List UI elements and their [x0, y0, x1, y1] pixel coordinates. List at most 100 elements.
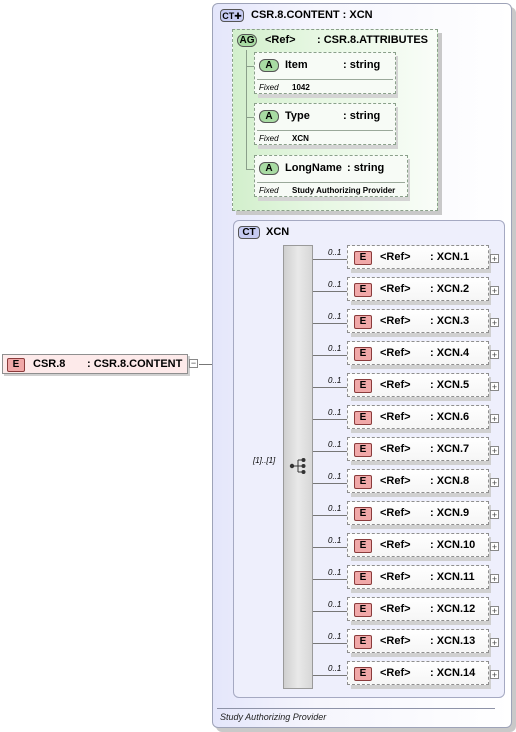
- element-ref: <Ref>: [380, 411, 411, 423]
- element-cardinality: 0..1: [328, 408, 342, 417]
- fixed-value: 1042: [292, 83, 310, 92]
- root-element-type: : CSR.8.CONTENT: [87, 358, 183, 370]
- element-box[interactable]: E <Ref>: XCN.1: [347, 245, 489, 269]
- element-type: : XCN.11: [430, 571, 475, 583]
- element-cardinality: 0..1: [328, 440, 342, 449]
- sequence-cardinality: [1]..[1]: [253, 456, 276, 465]
- expand-toggle[interactable]: +: [490, 318, 499, 328]
- expand-toggle[interactable]: +: [490, 254, 499, 264]
- element-box[interactable]: E <Ref>: XCN.9: [347, 501, 489, 525]
- element-badge: E: [354, 347, 372, 361]
- element-badge: E: [354, 315, 372, 329]
- element-ref: <Ref>: [380, 667, 411, 679]
- attribute-group-ref: <Ref>: [265, 34, 296, 46]
- element-ref: <Ref>: [380, 571, 411, 583]
- element-cardinality: 0..1: [328, 376, 342, 385]
- element-cardinality: 0..1: [328, 600, 342, 609]
- fixed-value: Study Authorizing Provider: [292, 186, 396, 195]
- element-connector: [313, 483, 347, 484]
- attribute-group-badge: AG: [237, 34, 257, 47]
- documentation-text: Study Authorizing Provider: [220, 712, 327, 722]
- expand-toggle[interactable]: +: [490, 446, 499, 456]
- element-ref: <Ref>: [380, 315, 411, 327]
- attribute-type: : string: [347, 162, 385, 174]
- element-box[interactable]: E <Ref> : XCN.12: [347, 597, 489, 621]
- expand-toggle[interactable]: +: [490, 638, 499, 648]
- attribute-type-field[interactable]: A Type : string Fixed XCN: [254, 103, 396, 145]
- element-box[interactable]: E <Ref>: XCN.13: [347, 629, 489, 653]
- expand-toggle[interactable]: +: [490, 542, 499, 552]
- element-box[interactable]: E <Ref>: XCN.6: [347, 405, 489, 429]
- fixed-value: XCN: [292, 134, 309, 143]
- attribute-name: Item: [285, 59, 308, 71]
- documentation-divider: [217, 708, 495, 709]
- element-cardinality: 0..1: [328, 280, 342, 289]
- element-box[interactable]: E <Ref> : XCN.3: [347, 309, 489, 333]
- attribute-separator: [257, 130, 393, 131]
- element-type: : XCN.12: [430, 603, 476, 615]
- element-connector: [313, 387, 347, 388]
- element-ref: <Ref>: [380, 443, 411, 455]
- element-ref: <Ref>: [380, 475, 411, 487]
- element-box[interactable]: E <Ref>: XCN.11: [347, 565, 489, 589]
- expand-toggle[interactable]: +: [490, 510, 499, 520]
- element-box[interactable]: E <Ref>: XCN.4: [347, 341, 489, 365]
- attribute-badge: A: [259, 59, 279, 72]
- attribute-badge: A: [259, 162, 279, 175]
- element-cardinality: 0..1: [328, 472, 342, 481]
- expand-toggle[interactable]: +: [490, 606, 499, 616]
- attribute-name: Type: [285, 110, 310, 122]
- element-badge: E: [354, 251, 372, 265]
- element-cardinality: 0..1: [328, 312, 342, 321]
- element-box[interactable]: E <Ref>: XCN.10: [347, 533, 489, 557]
- fixed-label: Fixed: [259, 134, 279, 143]
- expand-toggle[interactable]: +: [490, 414, 499, 424]
- element-connector: [313, 611, 347, 612]
- element-connector: [313, 259, 347, 260]
- element-box[interactable]: E <Ref>: XCN.8: [347, 469, 489, 493]
- schema-diagram: E CSR.8 : CSR.8.CONTENT − CT✚ CSR.8.CONT…: [0, 0, 516, 732]
- element-type: : XCN.7: [430, 443, 470, 455]
- element-type: : XCN.1: [430, 251, 470, 263]
- element-type: : XCN.13: [430, 635, 476, 647]
- expand-toggle[interactable]: +: [490, 478, 499, 488]
- expand-toggle[interactable]: +: [490, 670, 499, 680]
- element-cardinality: 0..1: [328, 568, 342, 577]
- attribute-name: LongName: [285, 162, 342, 174]
- element-badge: E: [354, 603, 372, 617]
- element-box[interactable]: E <Ref>: XCN.14: [347, 661, 489, 685]
- expand-toggle[interactable]: +: [490, 382, 499, 392]
- expand-toggle[interactable]: +: [490, 574, 499, 584]
- element-connector: [313, 355, 347, 356]
- element-type: : XCN.9: [430, 507, 470, 519]
- element-ref: <Ref>: [380, 283, 411, 295]
- element-ref: <Ref>: [380, 379, 411, 391]
- root-collapse-toggle[interactable]: −: [189, 359, 198, 368]
- attribute-connector: [246, 169, 254, 170]
- attribute-type: : string: [343, 110, 381, 122]
- expand-toggle[interactable]: +: [490, 350, 499, 360]
- element-connector: [313, 291, 347, 292]
- attribute-group-branch: [246, 50, 247, 169]
- element-ref: <Ref>: [380, 539, 411, 551]
- inner-type-title: XCN: [266, 226, 290, 238]
- element-type: : XCN.8: [430, 475, 470, 487]
- element-ref: <Ref>: [380, 603, 411, 615]
- attribute-longname[interactable]: A LongName : string Fixed Study Authoriz…: [254, 155, 408, 197]
- element-type: : XCN.3: [430, 315, 470, 327]
- element-type: : XCN.10: [430, 539, 476, 551]
- element-box[interactable]: E <Ref>: XCN.7: [347, 437, 489, 461]
- element-box[interactable]: E <Ref>: XCN.5: [347, 373, 489, 397]
- expand-toggle[interactable]: +: [490, 286, 499, 296]
- root-element[interactable]: E CSR.8 : CSR.8.CONTENT: [2, 354, 188, 374]
- element-ref: <Ref>: [380, 635, 411, 647]
- element-cardinality: 0..1: [328, 536, 342, 545]
- element-type: : XCN.5: [430, 379, 470, 391]
- element-box[interactable]: E <Ref>: XCN.2: [347, 277, 489, 301]
- attribute-item[interactable]: A Item : string Fixed 1042: [254, 52, 396, 94]
- element-connector: [313, 515, 347, 516]
- complex-type-badge: CT✚: [220, 9, 244, 22]
- inner-type-badge: CT: [238, 226, 260, 239]
- element-badge: E: [354, 411, 372, 425]
- element-badge: E: [7, 358, 25, 372]
